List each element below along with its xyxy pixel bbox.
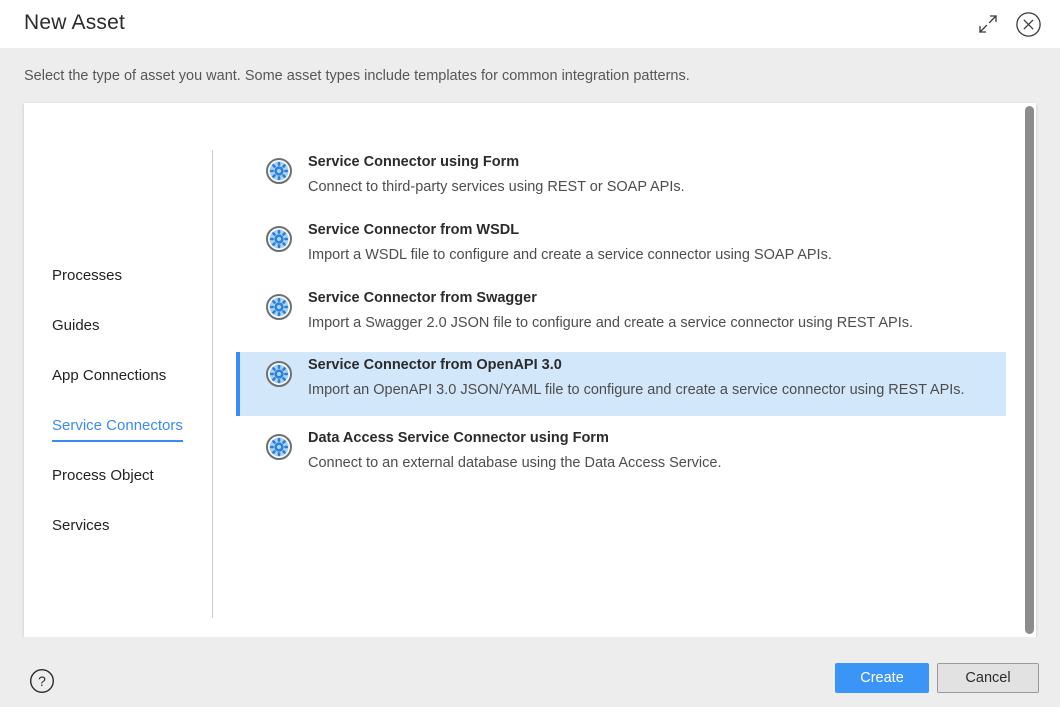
asset-row-description: Import an OpenAPI 3.0 JSON/YAML file to … (308, 382, 965, 398)
service-connector-gear-icon (266, 361, 292, 387)
content-scrollbar[interactable] (1022, 103, 1036, 637)
sidebar-item-label: Guides (52, 317, 100, 334)
sidebar-item-process-object[interactable]: Process Object (52, 467, 154, 490)
cancel-button-label: Cancel (965, 670, 1011, 686)
sidebar-item-label: Service Connectors (52, 417, 183, 434)
sidebar-item-services[interactable]: Services (52, 517, 110, 540)
asset-row-title: Service Connector from Swagger (308, 290, 537, 306)
header-actions (973, 9, 1043, 39)
service-connector-gear-icon (266, 226, 292, 252)
asset-row-description: Connect to third-party services using RE… (308, 179, 685, 195)
asset-row-service-connector-using-form[interactable]: Service Connector using Form Connect to … (236, 149, 1006, 211)
asset-row-text: Data Access Service Connector using Form… (308, 429, 722, 473)
service-connector-gear-icon (266, 158, 292, 184)
asset-row-service-connector-from-openapi-3-0[interactable]: Service Connector from OpenAPI 3.0 Impor… (236, 352, 1006, 416)
sidebar-item-label: App Connections (52, 367, 167, 384)
sidebar-item-service-connectors[interactable]: Service Connectors (52, 417, 183, 442)
asset-row-text: Service Connector from OpenAPI 3.0 Impor… (308, 356, 965, 400)
asset-row-title: Data Access Service Connector using Form (308, 430, 609, 446)
new-asset-dialog: New Asset Select the type of asset you w… (0, 0, 1060, 707)
help-circle-icon[interactable]: ? (29, 668, 55, 694)
subtitle-band: Select the type of asset you want. Some … (0, 48, 1060, 103)
dialog-header: New Asset (0, 0, 1060, 48)
svg-text:?: ? (38, 673, 46, 689)
asset-row-text: Service Connector using Form Connect to … (308, 153, 685, 197)
asset-row-description: Import a Swagger 2.0 JSON file to config… (308, 315, 914, 331)
asset-row-title: Service Connector from WSDL (308, 222, 520, 238)
asset-type-list: Service Connector using Form Connect to … (236, 103, 1036, 637)
create-button-label: Create (860, 670, 904, 686)
service-connector-gear-icon (266, 294, 292, 320)
sidebar-divider (212, 150, 213, 618)
sidebar-item-label: Process Object (52, 467, 154, 484)
create-button[interactable]: Create (835, 663, 929, 693)
sidebar-item-label: Processes (52, 267, 123, 284)
sidebar-item-guides[interactable]: Guides (52, 317, 100, 340)
expand-diagonal-icon[interactable] (973, 9, 1003, 39)
asset-row-description: Import a WSDL file to configure and crea… (308, 247, 832, 263)
close-circle-icon[interactable] (1013, 9, 1043, 39)
dialog-title: New Asset (24, 11, 126, 34)
asset-row-service-connector-from-wsdl[interactable]: Service Connector from WSDL Import a WSD… (236, 217, 1006, 279)
asset-row-title: Service Connector using Form (308, 154, 520, 170)
sidebar-item-label: Services (52, 517, 110, 534)
category-sidebar: Processes Guides App Connections Service… (24, 103, 212, 637)
asset-row-text: Service Connector from Swagger Import a … (308, 289, 913, 333)
dialog-subtitle: Select the type of asset you want. Some … (24, 68, 690, 84)
scrollbar-thumb[interactable] (1025, 106, 1034, 634)
asset-row-service-connector-from-swagger[interactable]: Service Connector from Swagger Import a … (236, 285, 1006, 347)
sidebar-item-processes[interactable]: Processes (52, 267, 122, 290)
sidebar-item-app-connections[interactable]: App Connections (52, 367, 166, 390)
asset-row-data-access-service-connector-using-form[interactable]: Data Access Service Connector using Form… (236, 425, 1006, 487)
cancel-button[interactable]: Cancel (937, 663, 1039, 693)
asset-row-description: Connect to an external database using th… (308, 455, 722, 471)
content-panel: Processes Guides App Connections Service… (24, 103, 1036, 637)
asset-row-text: Service Connector from WSDL Import a WSD… (308, 221, 832, 265)
service-connector-gear-icon (266, 434, 292, 460)
asset-row-title: Service Connector from OpenAPI 3.0 (308, 357, 562, 373)
